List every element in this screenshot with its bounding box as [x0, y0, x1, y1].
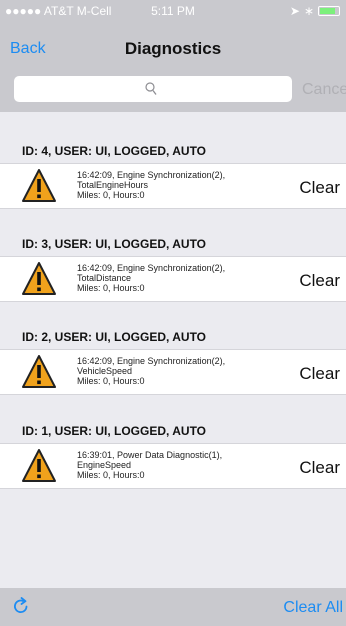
message-line-2: TotalEngineHours — [77, 180, 149, 190]
refresh-icon[interactable] — [12, 597, 30, 615]
warning-icon — [22, 169, 56, 202]
message-line-1: 16:42:09, Engine Synchronization(2), — [77, 170, 226, 180]
location-icon: ➤ — [289, 4, 300, 18]
warning-icon — [22, 449, 56, 482]
diagnostic-message: 16:42:09, Engine Synchronization(2), Tot… — [77, 263, 225, 293]
clear-all-button[interactable]: Clear All — [283, 599, 343, 617]
clear-button[interactable]: Clear — [299, 364, 340, 384]
status-icons: ➤ ∗ — [290, 4, 340, 18]
cancel-button[interactable]: Cance — [302, 81, 346, 99]
clear-button[interactable]: Clear — [299, 271, 340, 291]
section-header: ID: 2, USER: UI, LOGGED, AUTO — [22, 330, 207, 344]
clear-button[interactable]: Clear — [299, 178, 340, 198]
diagnostic-message: 16:39:01, Power Data Diagnostic(1), Engi… — [77, 450, 222, 480]
message-line-2: TotalDistance — [77, 273, 132, 283]
battery-icon — [318, 6, 340, 16]
navigation-bar: Back Diagnostics — [0, 22, 346, 64]
search-icon — [145, 82, 157, 95]
search-field[interactable] — [14, 76, 292, 102]
message-line-1: 16:39:01, Power Data Diagnostic(1), — [77, 450, 223, 460]
section-header: ID: 1, USER: UI, LOGGED, AUTO — [22, 424, 207, 438]
diagnostic-row: 16:42:09, Engine Synchronization(2), Tot… — [0, 256, 346, 302]
diagnostic-message: 16:42:09, Engine Synchronization(2), Veh… — [77, 356, 225, 386]
search-bar: Cance — [0, 64, 346, 112]
message-line-3: Miles: 0, Hours:0 — [77, 376, 145, 386]
section-header: ID: 4, USER: UI, LOGGED, AUTO — [22, 144, 207, 158]
message-line-1: 16:42:09, Engine Synchronization(2), — [77, 356, 226, 366]
message-line-1: 16:42:09, Engine Synchronization(2), — [77, 263, 226, 273]
warning-icon — [22, 355, 56, 388]
clear-button[interactable]: Clear — [299, 458, 340, 478]
section-header: ID: 3, USER: UI, LOGGED, AUTO — [22, 237, 207, 251]
warning-icon — [22, 262, 56, 295]
bottom-toolbar: Clear All — [0, 588, 346, 626]
message-line-3: Miles: 0, Hours:0 — [77, 190, 145, 200]
diagnostic-row: 16:42:09, Engine Synchronization(2), Veh… — [0, 349, 346, 395]
diagnostic-row: 16:42:09, Engine Synchronization(2), Tot… — [0, 163, 346, 209]
message-line-3: Miles: 0, Hours:0 — [77, 283, 145, 293]
diagnostic-row: 16:39:01, Power Data Diagnostic(1), Engi… — [0, 443, 346, 489]
page-title: Diagnostics — [124, 39, 222, 58]
status-bar: ●●●●● AT&T M-Cell 5:11 PM ➤ ∗ — [0, 0, 346, 22]
diagnostic-message: 16:42:09, Engine Synchronization(2), Tot… — [77, 170, 225, 200]
message-line-2: EngineSpeed — [77, 460, 132, 470]
bluetooth-icon: ∗ — [303, 4, 314, 18]
message-line-3: Miles: 0, Hours:0 — [77, 470, 145, 480]
message-line-2: VehicleSpeed — [77, 366, 133, 376]
